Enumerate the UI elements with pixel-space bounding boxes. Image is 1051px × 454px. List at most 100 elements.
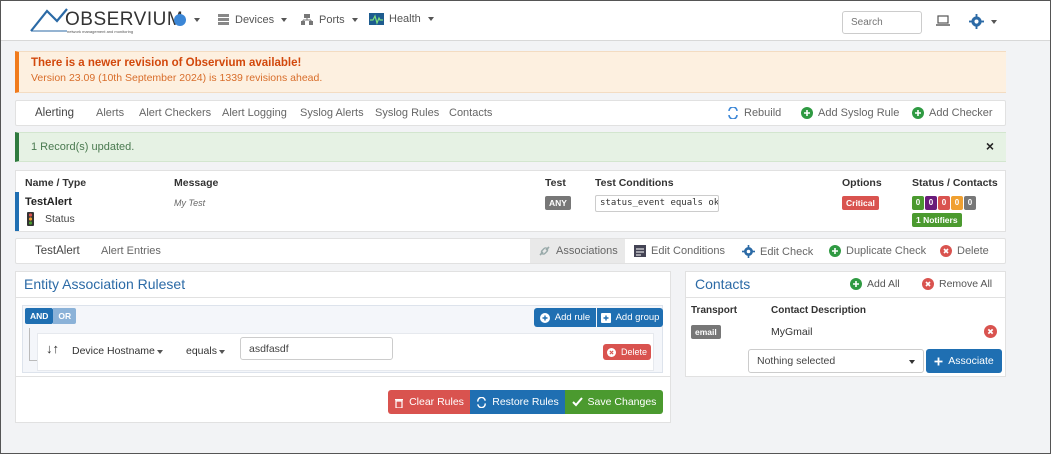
- severity-badge: Critical: [842, 196, 879, 210]
- health-menu[interactable]: Health: [369, 13, 434, 25]
- tab-edit-conditions-label: Edit Conditions: [651, 245, 725, 257]
- add-all-button[interactable]: Add All: [850, 278, 900, 290]
- associate-button[interactable]: Associate: [926, 349, 1002, 373]
- list-icon: [634, 245, 646, 257]
- checker-message: My Test: [174, 198, 206, 208]
- rule-value-input[interactable]: [240, 337, 393, 360]
- traffic-light-icon: [27, 212, 34, 226]
- status-message: 1 Record(s) updated. ×: [15, 132, 1006, 162]
- restore-rules-label: Restore Rules: [492, 396, 559, 408]
- checker-type: Status: [45, 213, 75, 225]
- rule-row: ↓↑ Device Hostname equals Delete: [37, 333, 654, 371]
- nav-contacts[interactable]: Contacts: [449, 107, 492, 119]
- plus-circle-icon: [801, 107, 813, 119]
- condition-toggle: AND OR: [25, 308, 77, 324]
- add-checker-button[interactable]: Add Checker: [912, 107, 993, 119]
- rule-delete-button[interactable]: Delete: [603, 344, 651, 360]
- clear-rules-label: Clear Rules: [409, 396, 464, 408]
- close-icon[interactable]: ×: [986, 138, 994, 154]
- plus-square-icon: [600, 312, 611, 323]
- gear-icon: [742, 245, 755, 258]
- or-toggle[interactable]: OR: [53, 308, 77, 324]
- contact-description: MyGmail: [771, 326, 813, 338]
- tab-alert-entries[interactable]: Alert Entries: [101, 245, 161, 257]
- contacts-title: Contacts: [695, 276, 751, 292]
- status-message-text: 1 Record(s) updated.: [31, 141, 135, 153]
- add-rule-button[interactable]: Add rule: [534, 308, 596, 327]
- col-transport: Transport: [691, 305, 738, 316]
- contacts-panel: Contacts Add All Remove All Transport Co…: [685, 271, 1006, 377]
- tab-edit-conditions[interactable]: Edit Conditions: [634, 245, 725, 257]
- nav-syslog-rules[interactable]: Syslog Rules: [375, 107, 439, 119]
- test-badge: ANY: [545, 196, 571, 210]
- nav-syslog-alerts[interactable]: Syslog Alerts: [300, 107, 364, 119]
- remove-all-button[interactable]: Remove All: [922, 278, 992, 290]
- add-checker-label: Add Checker: [929, 107, 993, 119]
- nav-alert-logging[interactable]: Alert Logging: [222, 107, 287, 119]
- alerting-brand[interactable]: Alerting: [35, 107, 74, 119]
- and-toggle[interactable]: AND: [25, 308, 54, 324]
- search-input[interactable]: [842, 11, 922, 34]
- times-circle-icon: [940, 245, 952, 257]
- associate-label: Associate: [948, 355, 994, 367]
- globe-menu[interactable]: [173, 13, 200, 27]
- plus-circle-icon: [829, 245, 841, 257]
- clear-rules-button[interactable]: Clear Rules: [388, 390, 470, 414]
- display-toggle[interactable]: [936, 15, 950, 26]
- save-changes-button[interactable]: Save Changes: [565, 390, 663, 414]
- server-icon: [218, 14, 229, 25]
- rule-delete-label: Delete: [620, 347, 647, 357]
- globe-icon: [174, 14, 186, 26]
- drag-sort-icon[interactable]: ↓↑: [46, 341, 59, 356]
- network-port-icon: [301, 14, 313, 25]
- times-circle-icon: [606, 347, 616, 357]
- add-group-button[interactable]: Add group: [597, 308, 663, 327]
- devices-menu[interactable]: Devices: [217, 13, 288, 26]
- nav-alerts[interactable]: Alerts: [96, 107, 124, 119]
- count-failed: 0: [938, 196, 950, 210]
- update-notice-detail: Version 23.09 (10th September 2024) is 1…: [31, 72, 323, 84]
- col-message: Message: [174, 177, 219, 189]
- ports-menu[interactable]: Ports: [300, 13, 358, 26]
- add-syslog-rule-button[interactable]: Add Syslog Rule: [801, 107, 899, 119]
- refresh-icon: [728, 107, 738, 119]
- checker-navbar: TestAlert Alert Entries Associations Edi…: [15, 238, 1006, 264]
- remove-all-label: Remove All: [939, 278, 993, 290]
- count-other: 0: [964, 196, 976, 210]
- save-changes-label: Save Changes: [587, 396, 657, 408]
- logo-text: OBSERVIUM: [65, 9, 184, 30]
- ruleset-panel: Entity Association Ruleset AND OR Add ru…: [15, 271, 671, 423]
- tab-edit-check[interactable]: Edit Check: [742, 245, 813, 258]
- col-test-conditions: Test Conditions: [595, 177, 674, 189]
- count-suppressed: 0: [951, 196, 963, 210]
- plus-circle-icon: [539, 312, 550, 323]
- add-all-label: Add All: [867, 278, 900, 290]
- checker-brand[interactable]: TestAlert: [35, 245, 80, 257]
- check-icon: [571, 397, 583, 407]
- devices-label: Devices: [235, 13, 275, 26]
- rule-field-select[interactable]: Device Hostname: [72, 345, 163, 357]
- col-options: Options: [842, 177, 882, 189]
- observium-logo[interactable]: OBSERVIUM network management and monitor…: [29, 7, 183, 35]
- rule-field-label: Device Hostname: [72, 345, 155, 357]
- rule-operator-label: equals: [186, 345, 217, 357]
- settings-menu[interactable]: [969, 14, 997, 29]
- rebuild-button[interactable]: Rebuild: [727, 107, 781, 119]
- tab-associations[interactable]: Associations: [538, 245, 618, 257]
- nav-alert-checkers[interactable]: Alert Checkers: [139, 107, 211, 119]
- checker-name-link[interactable]: TestAlert: [25, 196, 72, 208]
- health-label: Health: [389, 13, 421, 25]
- plus-circle-icon: [912, 107, 924, 119]
- remove-contact-icon[interactable]: [984, 325, 997, 338]
- rebuild-label: Rebuild: [744, 107, 782, 119]
- contact-select[interactable]: Nothing selected: [748, 349, 924, 373]
- rule-operator-select[interactable]: equals: [186, 345, 225, 357]
- tab-edit-check-label: Edit Check: [760, 245, 814, 258]
- duplicate-check-label: Duplicate Check: [846, 245, 927, 257]
- duplicate-check-button[interactable]: Duplicate Check: [829, 245, 926, 257]
- transport-badge: email: [691, 325, 721, 339]
- gear-icon: [969, 14, 984, 29]
- restore-rules-button[interactable]: Restore Rules: [470, 390, 565, 414]
- delete-check-button[interactable]: Delete: [940, 245, 989, 257]
- contact-select-value: Nothing selected: [757, 355, 836, 367]
